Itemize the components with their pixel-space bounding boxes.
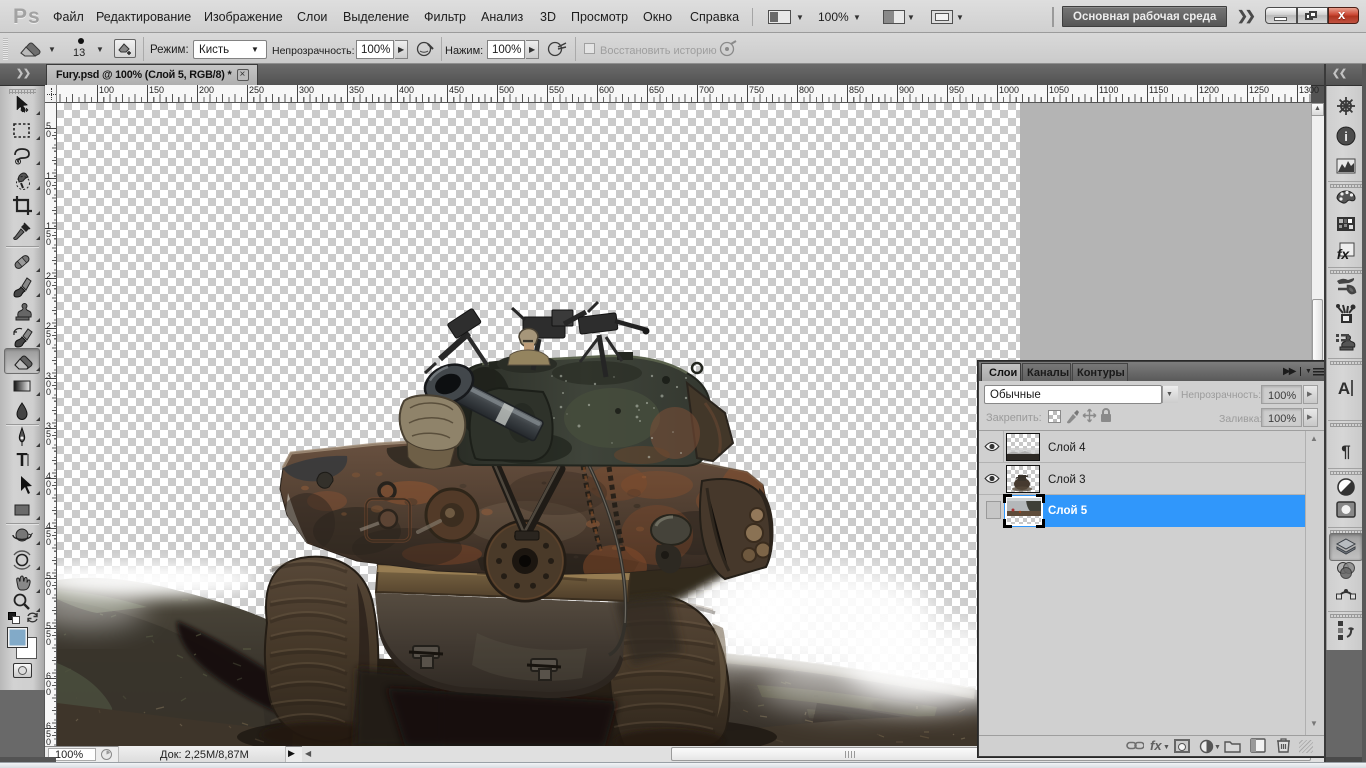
svg-text:fx: fx (1337, 246, 1351, 262)
svg-text:T: T (17, 450, 28, 470)
svg-text:i: i (1344, 129, 1348, 144)
svg-text:¶: ¶ (1341, 442, 1350, 461)
svg-text:A: A (1338, 379, 1350, 398)
